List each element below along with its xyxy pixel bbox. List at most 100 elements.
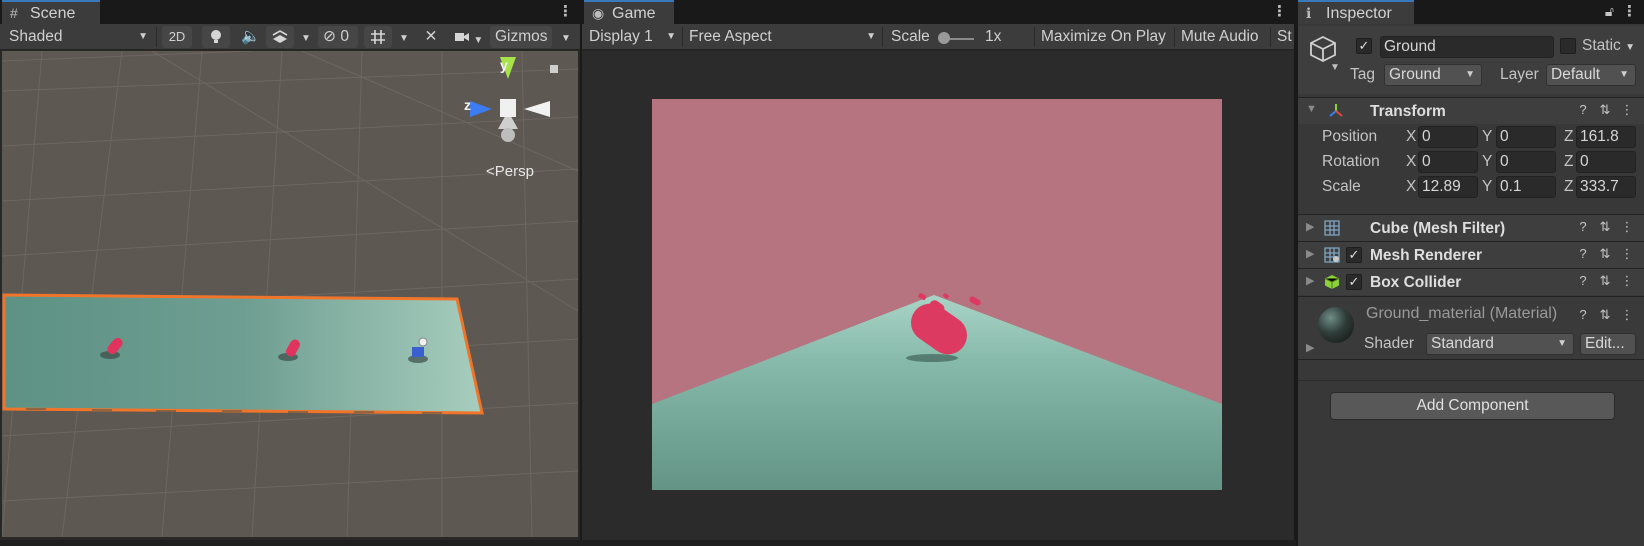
gizmo-y-label: y bbox=[500, 57, 508, 73]
game-screen bbox=[652, 99, 1222, 490]
chevron-down-icon: ▼ bbox=[1557, 338, 1567, 349]
component-menu-icon[interactable]: ⋮ bbox=[1616, 246, 1638, 262]
position-y-label[interactable]: Y bbox=[1482, 128, 1492, 146]
box-collider-enabled-checkbox[interactable]: ✓ bbox=[1346, 274, 1362, 290]
component-menu-icon[interactable]: ⋮ bbox=[1616, 102, 1638, 118]
stats-toggle[interactable]: St bbox=[1272, 26, 1294, 48]
tab-scene[interactable]: # Scene bbox=[2, 0, 100, 24]
aspect-dropdown[interactable]: Free Aspect ▼ bbox=[684, 26, 880, 48]
layer-dropdown[interactable]: Default ▼ bbox=[1546, 64, 1636, 86]
position-z-field[interactable]: 161.8 bbox=[1576, 126, 1636, 148]
position-x-label[interactable]: X bbox=[1406, 128, 1416, 146]
grid-dropdown-icon[interactable]: ▼ bbox=[394, 26, 412, 48]
rotation-x-label[interactable]: X bbox=[1406, 153, 1416, 171]
transform-icon bbox=[1328, 103, 1344, 123]
grid-toggle-icon[interactable] bbox=[364, 26, 392, 48]
material-preview-sphere[interactable] bbox=[1318, 307, 1354, 343]
hidden-objects-toggle[interactable]: ⊘ 0 bbox=[318, 26, 358, 48]
tag-label: Tag bbox=[1350, 66, 1375, 83]
foldout-expanded-icon[interactable]: ▼ bbox=[1306, 103, 1317, 115]
rotation-y-label[interactable]: Y bbox=[1482, 153, 1492, 171]
status-strip bbox=[0, 540, 1296, 546]
add-component-button[interactable]: Add Component bbox=[1330, 392, 1615, 420]
chevron-down-icon: ▼ bbox=[1625, 42, 1635, 53]
help-icon[interactable]: ? bbox=[1572, 273, 1594, 288]
scene-menu-icon[interactable]: ⋮ bbox=[558, 2, 573, 20]
gizmos-button[interactable]: Gizmos bbox=[490, 26, 552, 48]
rotation-z-field[interactable]: 0 bbox=[1576, 151, 1636, 173]
scene-viewport[interactable]: y z <Persp bbox=[2, 51, 578, 537]
lock-icon[interactable]: 🔓︎ bbox=[1605, 3, 1614, 20]
scale-x-label[interactable]: X bbox=[1406, 178, 1416, 196]
scale-y-label[interactable]: Y bbox=[1482, 178, 1492, 196]
transform-header[interactable]: ▼ Transform ? ⇅ ⋮ bbox=[1298, 97, 1644, 124]
shader-edit-button[interactable]: Edit... bbox=[1580, 333, 1636, 355]
shading-mode-dropdown[interactable]: Shaded ▼ bbox=[4, 26, 152, 48]
box-collider-header[interactable]: ▶ ✓ Box Collider ? ⇅ ⋮ bbox=[1298, 268, 1644, 295]
help-icon[interactable]: ? bbox=[1572, 219, 1594, 234]
help-icon[interactable]: ? bbox=[1572, 246, 1594, 261]
component-menu-icon[interactable]: ⋮ bbox=[1616, 273, 1638, 289]
layer-label: Layer bbox=[1500, 66, 1539, 83]
persp-toggle[interactable]: <Persp bbox=[486, 163, 534, 180]
toggle-2d-button[interactable]: 2D bbox=[162, 26, 192, 48]
position-y-field[interactable]: 0 bbox=[1496, 126, 1556, 148]
audio-toggle-icon[interactable]: 🔈 bbox=[236, 26, 262, 48]
foldout-collapsed-icon[interactable]: ▶ bbox=[1306, 247, 1314, 260]
rotation-x-field[interactable]: 0 bbox=[1418, 151, 1478, 173]
display-dropdown[interactable]: Display 1 ▼ bbox=[584, 26, 680, 48]
scale-z-label[interactable]: Z bbox=[1564, 178, 1573, 196]
rotation-z-label[interactable]: Z bbox=[1564, 153, 1573, 171]
static-checkbox[interactable] bbox=[1560, 38, 1576, 54]
shader-dropdown[interactable]: Standard ▼ bbox=[1426, 333, 1574, 355]
scale-z-field[interactable]: 333.7 bbox=[1576, 176, 1636, 198]
tab-inspector[interactable]: ℹ Inspector bbox=[1298, 0, 1414, 24]
tools-icon[interactable]: ✕ bbox=[418, 26, 444, 48]
inspector-menu-icon[interactable]: ⋮ bbox=[1622, 2, 1637, 20]
game-menu-icon[interactable]: ⋮ bbox=[1272, 2, 1287, 20]
effects-dropdown-icon[interactable]: ▼ bbox=[296, 26, 314, 48]
foldout-collapsed-icon[interactable]: ▶ bbox=[1306, 341, 1314, 354]
game-panel: ◉ Game ⋮ Display 1 ▼ Free Aspect ▼ Scale … bbox=[582, 0, 1294, 540]
toolbar-divider bbox=[682, 27, 683, 47]
lighting-toggle-icon[interactable] bbox=[202, 26, 230, 48]
help-icon[interactable]: ? bbox=[1572, 102, 1594, 117]
mesh-renderer-enabled-checkbox[interactable]: ✓ bbox=[1346, 247, 1362, 263]
preset-icon[interactable]: ⇅ bbox=[1594, 307, 1616, 323]
mute-audio-toggle[interactable]: Mute Audio bbox=[1176, 26, 1266, 48]
effects-toggle-icon[interactable] bbox=[266, 26, 294, 48]
mesh-renderer-header[interactable]: ▶ ✓ Mesh Renderer ? ⇅ ⋮ bbox=[1298, 241, 1644, 268]
mesh-filter-header[interactable]: ▶ Cube (Mesh Filter) ? ⇅ ⋮ bbox=[1298, 214, 1644, 241]
rotation-y-field[interactable]: 0 bbox=[1496, 151, 1556, 173]
component-header-icons: ? ⇅ ⋮ bbox=[1572, 102, 1638, 118]
preset-icon[interactable]: ⇅ bbox=[1594, 273, 1616, 289]
static-dropdown[interactable]: Static ▼ bbox=[1582, 37, 1635, 55]
active-checkbox[interactable]: ✓ bbox=[1356, 38, 1372, 54]
foldout-collapsed-icon[interactable]: ▶ bbox=[1306, 220, 1314, 233]
scale-slider-handle[interactable] bbox=[938, 32, 950, 44]
component-menu-icon[interactable]: ⋮ bbox=[1616, 307, 1638, 323]
preset-icon[interactable]: ⇅ bbox=[1594, 219, 1616, 235]
tag-dropdown[interactable]: Ground ▼ bbox=[1384, 64, 1482, 86]
chevron-down-icon: ▼ bbox=[666, 31, 676, 42]
toolbar-divider bbox=[882, 27, 883, 47]
chevron-down-icon[interactable]: ▼ bbox=[1330, 62, 1340, 73]
toolbar-divider bbox=[1270, 27, 1271, 47]
position-x-field[interactable]: 0 bbox=[1418, 126, 1478, 148]
maximize-on-play-toggle[interactable]: Maximize On Play bbox=[1036, 26, 1172, 48]
camera-dropdown-icon[interactable]: ▼ bbox=[450, 26, 486, 48]
help-icon[interactable]: ? bbox=[1572, 307, 1594, 322]
game-tab-bar: ◉ Game ⋮ bbox=[582, 0, 1294, 24]
gizmos-dropdown-icon[interactable]: ▼ bbox=[556, 26, 576, 48]
foldout-collapsed-icon[interactable]: ▶ bbox=[1306, 274, 1314, 287]
component-menu-icon[interactable]: ⋮ bbox=[1616, 219, 1638, 235]
preset-icon[interactable]: ⇅ bbox=[1594, 246, 1616, 262]
game-viewport[interactable] bbox=[582, 51, 1294, 540]
component-header-icons: ? ⇅ ⋮ bbox=[1572, 273, 1638, 289]
position-z-label[interactable]: Z bbox=[1564, 128, 1573, 146]
scale-x-field[interactable]: 12.89 bbox=[1418, 176, 1478, 198]
tab-game[interactable]: ◉ Game bbox=[584, 0, 674, 24]
preset-icon[interactable]: ⇅ bbox=[1594, 102, 1616, 118]
object-name-field[interactable]: Ground bbox=[1380, 36, 1554, 58]
scale-y-field[interactable]: 0.1 bbox=[1496, 176, 1556, 198]
